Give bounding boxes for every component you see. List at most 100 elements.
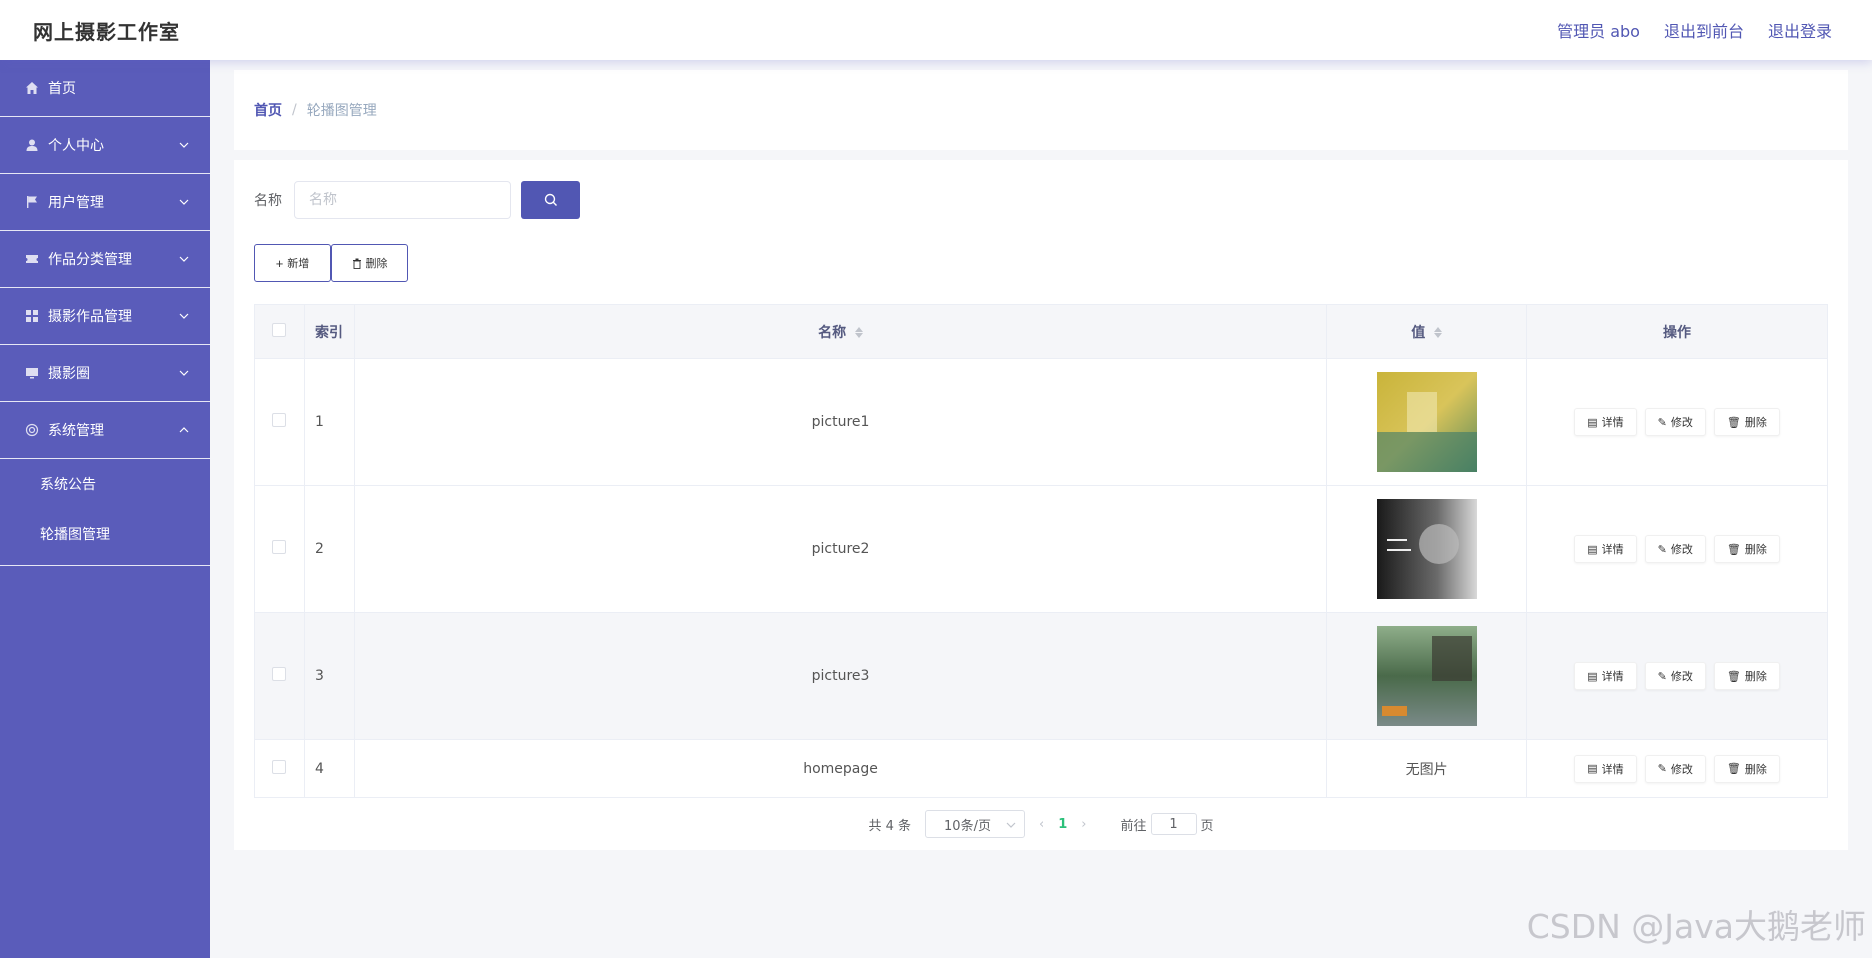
ticket-icon <box>24 251 40 267</box>
detail-label: 详情 <box>1601 763 1624 776</box>
sidebar: 首页 个人中心 用户管理 作品分类管理 摄影作品管理 摄影圈 系统管理 系统公告… <box>0 60 210 958</box>
detail-button[interactable]: ▤ 详情 <box>1574 754 1637 783</box>
search-label: 名称 <box>254 193 282 209</box>
sidebar-item-category-management[interactable]: 作品分类管理 <box>0 231 210 288</box>
top-header: 网上摄影工作室 管理员 abo 退出到前台 退出登录 <box>0 0 1872 60</box>
page-number-current[interactable]: 1 <box>1058 817 1067 832</box>
carousel-image-thumbnail[interactable] <box>1376 626 1477 726</box>
sidebar-subitem-announcement[interactable]: 系统公告 <box>0 459 210 509</box>
goto-page: 前往 页 <box>1120 813 1214 835</box>
search-button[interactable] <box>521 181 580 219</box>
select-all-checkbox[interactable] <box>272 322 287 337</box>
search-icon <box>544 193 557 206</box>
add-button-label: 新增 <box>287 258 310 270</box>
admin-user-link[interactable]: 管理员 abo <box>1557 18 1640 42</box>
sidebar-item-label: 首页 <box>48 81 76 97</box>
chevron-down-icon <box>178 367 190 379</box>
detail-label: 详情 <box>1601 417 1624 429</box>
delete-button-label: 删除 <box>365 258 388 270</box>
row-value <box>1326 612 1528 740</box>
row-name: homepage <box>353 739 1328 798</box>
value-header[interactable]: 值 <box>1326 304 1528 359</box>
pagination: 共 4 条 10条/页 ‹ 1 › 前往 页 <box>254 810 1828 838</box>
row-checkbox[interactable] <box>272 413 287 427</box>
table-row: 2 picture2 ▤ 详情 ✎ 修改 🗑 删除 <box>254 485 1828 613</box>
delete-button[interactable]: 🗑 删除 <box>1713 662 1780 690</box>
edit-button[interactable]: ✎ 修改 <box>1644 535 1706 563</box>
sidebar-item-home[interactable]: 首页 <box>0 60 210 117</box>
edit-label: 修改 <box>1670 544 1693 556</box>
flag-icon <box>24 194 40 210</box>
chevron-down-icon <box>178 253 190 265</box>
detail-button[interactable]: ▤ 详情 <box>1574 662 1637 690</box>
select-all-header <box>254 304 305 359</box>
sort-icon[interactable] <box>854 327 863 338</box>
name-header[interactable]: 名称 <box>353 304 1328 359</box>
detail-label: 详情 <box>1601 544 1624 556</box>
trash-icon: 🗑 <box>1726 670 1741 683</box>
row-value <box>1326 358 1528 486</box>
page-size-value: 10条/页 <box>944 818 991 834</box>
exit-to-front-link[interactable]: 退出到前台 <box>1664 18 1744 42</box>
main-content: 首页 / 轮播图管理 名称 + 新增 删除 索引 <box>234 70 1848 850</box>
prev-page-button[interactable]: ‹ <box>1039 817 1044 832</box>
pagination-total: 共 4 条 <box>868 818 912 834</box>
detail-button[interactable]: ▤ 详情 <box>1574 408 1637 436</box>
carousel-image-thumbnail[interactable] <box>1376 372 1477 472</box>
row-index: 1 <box>303 358 355 486</box>
sidebar-item-label: 摄影圈 <box>48 366 90 382</box>
breadcrumb-home[interactable]: 首页 <box>254 100 282 120</box>
logout-link[interactable]: 退出登录 <box>1768 18 1832 42</box>
row-checkbox-cell <box>254 358 305 486</box>
search-row: 名称 <box>254 180 1828 220</box>
edit-button[interactable]: ✎ 修改 <box>1644 754 1706 783</box>
sidebar-item-photo-circle[interactable]: 摄影圈 <box>0 345 210 402</box>
row-index: 2 <box>303 485 355 613</box>
edit-label: 修改 <box>1670 763 1693 776</box>
row-name: picture3 <box>353 612 1328 740</box>
row-checkbox[interactable] <box>272 759 287 774</box>
grid-icon <box>24 308 40 324</box>
row-checkbox[interactable] <box>272 540 287 554</box>
breadcrumb-current: 轮播图管理 <box>306 103 377 119</box>
sidebar-item-works-management[interactable]: 摄影作品管理 <box>0 288 210 345</box>
sidebar-item-label: 摄影作品管理 <box>48 309 132 325</box>
sidebar-item-system-management[interactable]: 系统管理 <box>0 402 210 459</box>
edit-label: 修改 <box>1670 417 1693 429</box>
row-name: picture2 <box>353 485 1328 613</box>
next-page-button[interactable]: › <box>1081 817 1086 832</box>
edit-button[interactable]: ✎ 修改 <box>1644 408 1706 436</box>
delete-button[interactable]: 🗑 删除 <box>1713 754 1780 783</box>
home-icon <box>24 80 40 96</box>
chevron-down-icon <box>178 139 190 151</box>
table-row: 4 homepage 无图片 ▤ 详情 ✎ 修改 🗑 删除 <box>254 739 1828 798</box>
page-size-select[interactable]: 10条/页 <box>925 810 1026 838</box>
sidebar-item-personal[interactable]: 个人中心 <box>0 117 210 174</box>
batch-delete-button[interactable]: 删除 <box>331 244 408 282</box>
row-index: 3 <box>303 612 355 740</box>
delete-button[interactable]: 🗑 删除 <box>1713 408 1780 436</box>
trash-icon: 🗑 <box>1726 543 1741 556</box>
sidebar-item-label: 作品分类管理 <box>48 252 132 268</box>
index-header: 索引 <box>303 304 355 359</box>
delete-label: 删除 <box>1744 417 1767 429</box>
carousel-image-thumbnail[interactable] <box>1376 499 1477 599</box>
add-button[interactable]: + 新增 <box>254 244 331 282</box>
sidebar-item-label: 系统管理 <box>48 423 104 439</box>
sort-icon[interactable] <box>1434 327 1443 338</box>
search-input[interactable] <box>294 181 511 219</box>
sidebar-item-user-management[interactable]: 用户管理 <box>0 174 210 231</box>
breadcrumb-separator: / <box>292 102 297 118</box>
table-header-row: 索引 名称 值 操作 <box>254 304 1828 359</box>
sidebar-subitem-carousel[interactable]: 轮播图管理 <box>0 509 210 559</box>
goto-page-input[interactable] <box>1150 813 1197 835</box>
table-row: 3 picture3 ▤ 详情 ✎ 修改 🗑 删除 <box>254 612 1828 740</box>
delete-button[interactable]: 🗑 删除 <box>1713 535 1780 563</box>
edit-icon: ✎ <box>1657 763 1667 775</box>
edit-label: 修改 <box>1670 671 1693 683</box>
row-ops: ▤ 详情 ✎ 修改 🗑 删除 <box>1526 612 1828 740</box>
detail-button[interactable]: ▤ 详情 <box>1574 535 1637 563</box>
edit-button[interactable]: ✎ 修改 <box>1644 662 1706 690</box>
row-value <box>1326 485 1528 613</box>
row-checkbox[interactable] <box>272 667 287 681</box>
